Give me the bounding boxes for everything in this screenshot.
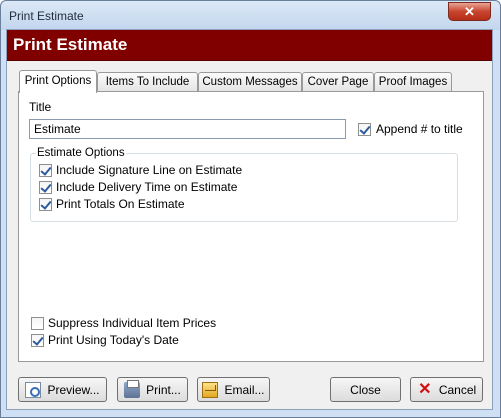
suppress-prices-label: Suppress Individual Item Prices	[48, 316, 217, 330]
print-button-label: Print...	[146, 382, 181, 397]
estimate-options-legend: Estimate Options	[36, 147, 126, 159]
preview-icon	[25, 381, 42, 398]
tab-cover-page[interactable]: Cover Page	[302, 72, 374, 92]
email-button-label: Email...	[224, 382, 265, 397]
tab-label: Custom Messages	[202, 76, 298, 88]
cancel-icon: ✕	[418, 380, 432, 398]
signature-line-checkbox[interactable]	[39, 164, 52, 177]
preview-button[interactable]: Preview...	[18, 377, 107, 402]
title-bar[interactable]: Print Estimate ✕	[1, 1, 500, 30]
email-button[interactable]: Email...	[197, 377, 270, 402]
print-totals-checkbox[interactable]	[39, 198, 52, 211]
tab-label: Print Options	[24, 75, 92, 87]
delivery-time-checkbox[interactable]	[39, 181, 52, 194]
today-date-checkbox[interactable]	[31, 334, 44, 347]
title-label: Title	[29, 100, 52, 114]
dialog-header: Print Estimate	[7, 30, 492, 61]
append-number-checkbox[interactable]	[358, 123, 371, 136]
signature-line-label: Include Signature Line on Estimate	[56, 163, 243, 177]
email-icon	[202, 381, 219, 398]
tab-label: Cover Page	[307, 76, 369, 88]
dialog-header-title: Print Estimate	[13, 35, 128, 54]
suppress-prices-checkbox[interactable]	[31, 317, 44, 330]
tab-label: Proof Images	[378, 76, 448, 88]
cancel-button[interactable]: ✕ Cancel	[410, 377, 483, 402]
window-title: Print Estimate	[9, 9, 84, 23]
title-input[interactable]	[29, 119, 346, 139]
tab-proof-images[interactable]: Proof Images	[374, 72, 452, 92]
close-button-label: Close	[350, 382, 381, 397]
preview-button-label: Preview...	[47, 382, 100, 397]
close-icon: ✕	[464, 3, 475, 19]
window-close-button[interactable]: ✕	[448, 2, 491, 21]
append-number-label: Append # to title	[376, 122, 463, 136]
print-button[interactable]: Print...	[117, 377, 188, 402]
tab-print-options[interactable]: Print Options	[19, 70, 97, 93]
delivery-time-label: Include Delivery Time on Estimate	[56, 180, 238, 194]
cancel-button-label: Cancel	[438, 382, 477, 397]
printer-icon	[124, 379, 141, 398]
today-date-label: Print Using Today's Date	[48, 333, 179, 347]
tab-custom-messages[interactable]: Custom Messages	[198, 72, 302, 92]
print-totals-label: Print Totals On Estimate	[56, 197, 185, 211]
tab-items-to-include[interactable]: Items To Include	[97, 72, 198, 92]
close-button[interactable]: Close	[330, 377, 401, 402]
tab-label: Items To Include	[105, 76, 190, 88]
